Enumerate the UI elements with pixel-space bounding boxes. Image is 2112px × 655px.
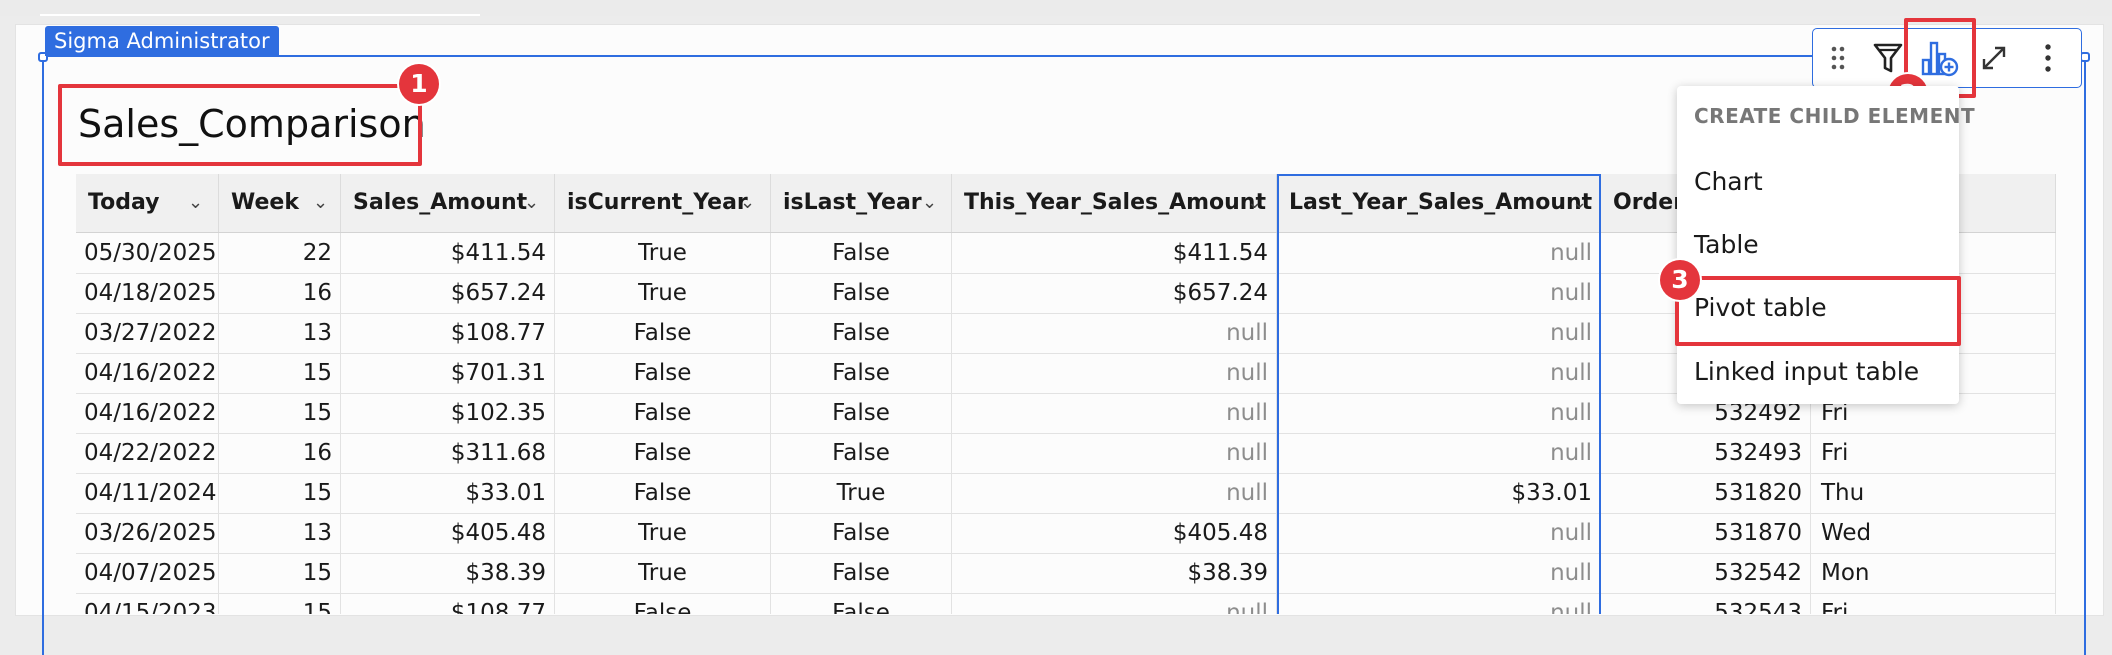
top-strip <box>0 0 2112 16</box>
expand-icon[interactable] <box>1969 29 2019 86</box>
element-owner-tag: Sigma Administrator <box>45 26 279 56</box>
menu-item-linked-input-table[interactable]: Linked input table <box>1677 342 1959 402</box>
menu-item-table[interactable]: Table <box>1677 215 1959 275</box>
create-child-element-menu: CREATE CHILD ELEMENT Chart Table Pivot t… <box>1677 86 1975 404</box>
drag-handle-icon[interactable] <box>1813 29 1863 86</box>
more-options-icon[interactable] <box>2023 29 2073 86</box>
annotation-badge-3: 3 <box>1660 260 1700 300</box>
page-tab <box>40 14 480 16</box>
annotation-box-1 <box>58 84 422 166</box>
menu-item-chart[interactable]: Chart <box>1677 152 1959 212</box>
annotation-badge-1: 1 <box>399 64 439 104</box>
menu-heading: CREATE CHILD ELEMENT <box>1694 104 1976 128</box>
annotation-box-3 <box>1675 276 1961 346</box>
